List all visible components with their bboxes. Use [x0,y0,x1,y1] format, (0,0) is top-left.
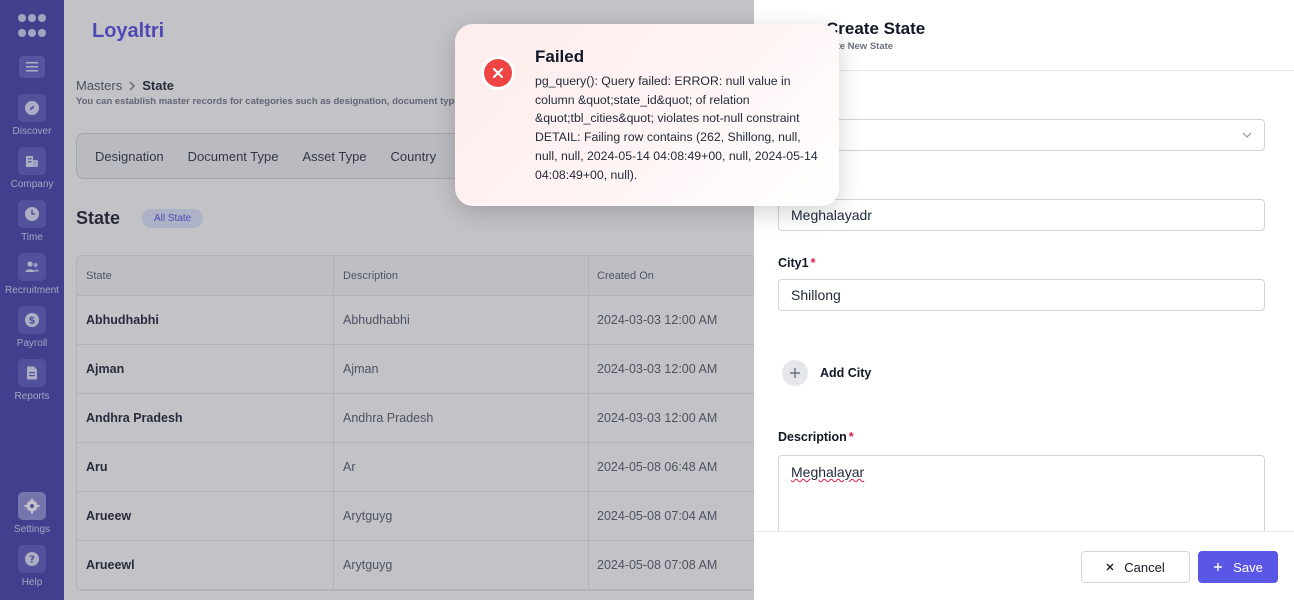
add-city-label: Add City [820,366,872,380]
save-label: Save [1233,559,1263,575]
add-city-button[interactable]: Add City [782,360,871,386]
description-label-text: Description [778,430,847,444]
description-textarea[interactable]: Meghalayar [778,455,1265,535]
plus-icon [1214,563,1223,571]
required-asterisk: * [810,256,816,270]
chevron-down-icon [1242,132,1252,138]
country-select[interactable] [778,119,1265,151]
drawer-footer: Cancel Save [754,531,1294,600]
plus-icon [782,360,808,386]
description-value: Meghalayar [791,464,865,480]
state-input[interactable]: Meghalayadr [778,199,1265,231]
required-asterisk: * [848,430,854,444]
city1-label-text: City1 [778,256,809,270]
toast-title: Failed [535,47,585,66]
error-icon [481,56,515,90]
error-toast: Failed pg_query(): Query failed: ERROR: … [455,24,839,206]
city1-label: City1 * [778,256,815,270]
drawer-title: Create State [826,19,926,38]
city1-input[interactable]: Shillong [778,279,1265,311]
save-button[interactable]: Save [1198,551,1278,583]
toast-message: pg_query(): Query failed: ERROR: null va… [535,74,818,182]
cancel-button[interactable]: Cancel [1081,551,1190,583]
close-icon [1106,563,1114,571]
cancel-label: Cancel [1124,559,1165,575]
description-label: Description * [778,430,854,444]
